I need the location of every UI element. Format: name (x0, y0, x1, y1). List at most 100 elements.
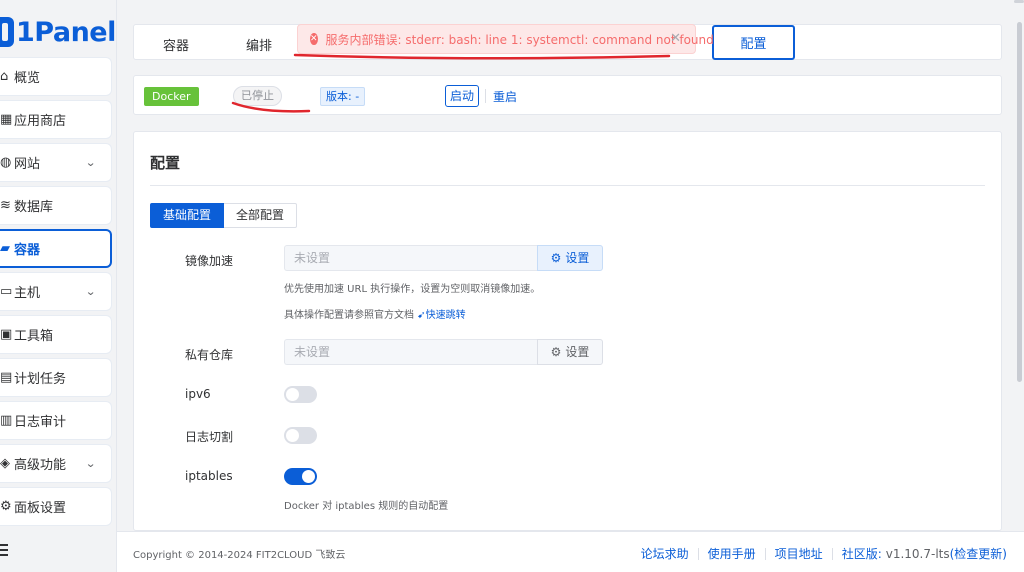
divider (150, 185, 985, 186)
sidebar-item[interactable]: ◍ 网站 ⌄ (0, 143, 112, 182)
footer-links: 论坛求助 使用手册 项目地址 社区版: v1.10.7-lts (检查更新) (641, 545, 1007, 562)
quick-jump-label: 快速跳转 (425, 310, 466, 321)
version-badge: 版本: - (320, 87, 366, 106)
chevron-down-icon: ⌄ (84, 156, 96, 169)
sidebar-item-label: 概览 (14, 71, 41, 86)
iptables-label: iptables (185, 469, 233, 483)
restart-button[interactable]: 重启 (493, 88, 517, 105)
tab-config[interactable]: 配置 (712, 25, 795, 60)
toolbox-icon: ▣ (0, 327, 12, 342)
edition-label: 社区版: (841, 547, 882, 561)
tab-all-config[interactable]: 全部配置 (224, 203, 298, 228)
sidebar-item[interactable]: ▦ 应用商店 (0, 100, 112, 139)
red-annotation-underline (293, 53, 671, 60)
registry-set-label: 设置 (565, 345, 590, 359)
sidebar-item-label: 容器 (14, 243, 41, 258)
scrollbar[interactable] (1017, 22, 1022, 382)
divider (485, 89, 486, 103)
chevron-down-icon: ⌄ (84, 457, 96, 470)
sidebar-item[interactable]: ≋ 数据库 (0, 186, 112, 225)
docker-tag: Docker (144, 87, 199, 106)
project-link[interactable]: 项目地址 (775, 545, 823, 562)
forum-link[interactable]: 论坛求助 (641, 545, 689, 562)
mirror-set-button[interactable]: ⚙ 设置 (537, 245, 603, 271)
sidebar-item-label: 计划任务 (14, 372, 67, 387)
divider (831, 547, 833, 560)
sidebar-item-label: 面板设置 (14, 501, 67, 516)
menu-collapse-icon[interactable] (0, 544, 8, 556)
sidebar-item-label: 日志审计 (14, 415, 67, 430)
config-mode-switch: 基础配置 全部配置 (150, 203, 298, 228)
log-icon: ▥ (0, 413, 12, 428)
advanced-icon: ◈ (0, 456, 10, 471)
gear-icon: ⚙ (550, 251, 562, 265)
close-icon[interactable]: ✕ (670, 31, 681, 46)
sidebar-menu: ⌂ 概览 ▦ 应用商店 ◍ 网站 ⌄ ≋ 数据库 ▰ 容器 ▭ 主机 ⌄ ▣ 工具箱 ▤ 计划任务 ▥ 日志审计 ◈ 高级… (0, 57, 112, 530)
sidebar: 1Panel ⌂ 概览 ▦ 应用商店 ◍ 网站 ⌄ ≋ 数据库 ▰ 容器 ▭ 主机 ⌄ ▣ 工具箱 ▤ 计划任务 ▥… (0, 0, 117, 572)
error-toast: ✕ 服务内部错误: stderr: bash: line 1: systemct… (297, 24, 714, 54)
footer: Copyright © 2014-2024 FIT2CLOUD 飞致云 论坛求助… (117, 531, 1024, 572)
log-cut-toggle[interactable] (284, 427, 317, 444)
version-text: v1.10.7-lts (885, 546, 950, 561)
start-button[interactable]: 启动 (445, 85, 480, 107)
page-title: 配置 (150, 154, 181, 172)
mirror-doc-help: 具体操作配置请参照官方文档 ➹快速跳转 (284, 306, 466, 321)
logo-mark-icon (0, 17, 14, 47)
sidebar-item-label: 高级功能 (14, 458, 67, 473)
config-panel: 配置 基础配置 全部配置 镜像加速 未设置 ⚙ 设置 优先使用加速 URL 执行操… (133, 131, 1002, 531)
divider (697, 547, 699, 560)
store-icon: ▦ (0, 112, 12, 127)
tab-container[interactable]: 容器 (163, 35, 189, 54)
error-circle-icon: ✕ (310, 33, 318, 45)
sidebar-item[interactable]: ▤ 计划任务 (0, 358, 112, 397)
sidebar-item[interactable]: ⚙ 面板设置 (0, 487, 112, 526)
sidebar-item[interactable]: ⌂ 概览 (0, 57, 112, 96)
sidebar-item-label: 应用商店 (14, 114, 67, 129)
red-annotation-underline (231, 101, 311, 113)
host-icon: ▭ (0, 284, 12, 299)
divider (764, 547, 766, 560)
send-icon: ➹ (417, 310, 426, 321)
manual-link[interactable]: 使用手册 (708, 545, 756, 562)
gear-icon: ⚙ (550, 345, 562, 359)
sidebar-item-label: 网站 (14, 157, 41, 172)
sidebar-item[interactable]: ▣ 工具箱 (0, 315, 112, 354)
tab-compose[interactable]: 编排 (246, 35, 272, 54)
logo[interactable]: 1Panel (0, 12, 116, 52)
mirror-input[interactable]: 未设置 (284, 245, 537, 271)
mirror-input-group: 未设置 ⚙ 设置 (284, 245, 603, 271)
iptables-toggle[interactable] (284, 468, 317, 485)
sidebar-item-label: 数据库 (14, 200, 54, 215)
database-icon: ≋ (0, 198, 11, 213)
chevron-down-icon: ⌄ (84, 285, 96, 298)
registry-input[interactable]: 未设置 (284, 339, 537, 365)
sidebar-item-label: 工具箱 (14, 329, 54, 344)
mirror-help-text: 优先使用加速 URL 执行操作，设置为空则取消镜像加速。 (284, 284, 541, 295)
globe-icon: ◍ (0, 155, 12, 170)
quick-jump-link[interactable]: ➹快速跳转 (417, 310, 465, 321)
iptables-help-text: Docker 对 iptables 规则的自动配置 (284, 501, 449, 512)
error-message: 服务内部错误: stderr: bash: line 1: systemctl:… (325, 32, 714, 47)
ipv6-toggle[interactable] (284, 386, 317, 403)
log-cut-label: 日志切割 (185, 430, 234, 444)
window-edge-handle (1014, 0, 1024, 3)
home-icon: ⌂ (0, 69, 9, 84)
registry-label: 私有仓库 (185, 348, 234, 362)
settings-icon: ⚙ (0, 499, 12, 514)
tab-basic-config[interactable]: 基础配置 (150, 203, 225, 228)
cron-icon: ▤ (0, 370, 12, 385)
docker-icon: ▰ (0, 241, 10, 256)
sidebar-item[interactable]: ▭ 主机 ⌄ (0, 272, 112, 311)
ipv6-label: ipv6 (185, 387, 211, 401)
sidebar-item[interactable]: ▰ 容器 (0, 229, 112, 268)
logo-text: 1Panel (16, 16, 116, 48)
mirror-doc-text: 具体操作配置请参照官方文档 (284, 310, 414, 321)
registry-set-button[interactable]: ⚙ 设置 (537, 339, 603, 365)
copyright-text: Copyright © 2014-2024 FIT2CLOUD 飞致云 (133, 550, 346, 561)
sidebar-item[interactable]: ◈ 高级功能 ⌄ (0, 444, 112, 483)
mirror-set-label: 设置 (565, 251, 590, 265)
check-update-link[interactable]: (检查更新) (950, 545, 1007, 562)
sidebar-item[interactable]: ▥ 日志审计 (0, 401, 112, 440)
mirror-label: 镜像加速 (185, 254, 234, 268)
sidebar-item-label: 主机 (14, 286, 41, 301)
